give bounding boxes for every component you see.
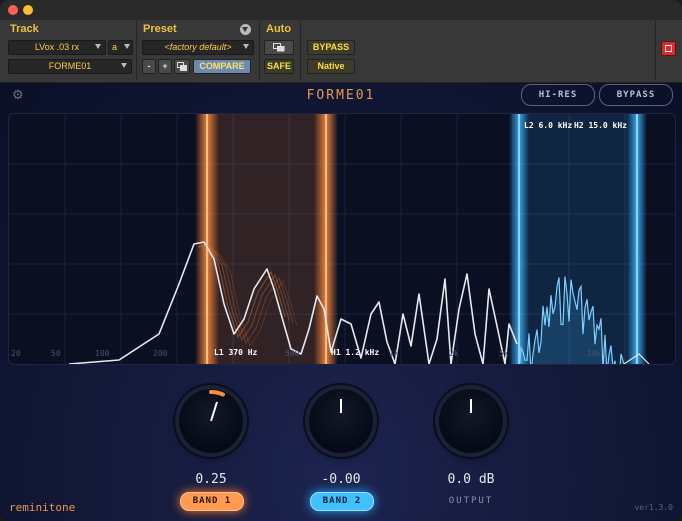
automation-window-button[interactable] [264, 40, 294, 55]
output-value: 0.0 dB [447, 472, 495, 487]
freq-tick-label: 200 [153, 349, 168, 358]
freq-tick-label: 20 [11, 349, 21, 358]
native-button[interactable]: Native [307, 59, 355, 74]
marker-label-h2: H2 15.0 kHz [574, 121, 627, 130]
freq-tick-label: 5k [499, 349, 509, 358]
preset-next-button[interactable]: + [158, 59, 172, 74]
track-name: LVox .03 rx [34, 42, 80, 52]
track-select[interactable]: LVox .03 rx [8, 40, 106, 55]
freq-tick-label: 10k [587, 349, 602, 358]
band2-button[interactable]: BAND 2 [310, 492, 374, 511]
chevron-down-icon [121, 63, 127, 68]
auto-label: Auto [266, 23, 292, 35]
title-bar [0, 0, 682, 20]
hires-button[interactable]: HI-RES [521, 84, 595, 106]
band1-knob[interactable] [179, 389, 243, 453]
marker-label-h1: H1 1.2 kHz [331, 348, 379, 357]
host-header: Track LVox .03 rx a FORME01 Preset <fact… [0, 20, 682, 83]
output-label: OUTPUT [448, 496, 494, 506]
output-knob[interactable] [439, 389, 503, 453]
minimize-window-button[interactable] [23, 5, 33, 15]
plugin-insert-name: FORME01 [48, 61, 92, 71]
freq-tick-label: 100 [95, 349, 110, 358]
plugin-body: ⚙ FORME01 HI-RES BYPASS 20 50 100 200 500 1k 2… [0, 83, 682, 521]
band2-value: -0.00 [321, 472, 361, 487]
close-window-button[interactable] [8, 5, 18, 15]
band2-knob[interactable] [309, 389, 373, 453]
plugin-window: Track LVox .03 rx a FORME01 Preset <fact… [0, 0, 682, 521]
track-label: Track [10, 23, 39, 35]
chevron-down-icon [243, 44, 249, 49]
spectrum-display[interactable]: 20 50 100 200 500 1k 2k 5k 10k L1 370 Hz H1 1.2 kH… [8, 113, 676, 365]
channel-name: a [112, 42, 118, 52]
marker-label-l1: L1 370 Hz [214, 348, 258, 357]
brand-logo: reminitone [9, 501, 76, 514]
freq-tick-label: 1k [389, 349, 399, 358]
band2-knob-indicator [340, 399, 342, 413]
band1-button[interactable]: BAND 1 [180, 492, 244, 511]
chevron-down-icon [95, 44, 101, 49]
divider [259, 20, 260, 80]
marker-label-l2: L2 6.0 kHz [524, 121, 572, 130]
band1-value: 0.25 [195, 472, 227, 487]
divider [300, 20, 301, 80]
preset-select[interactable]: <factory default> [142, 40, 254, 55]
preset-value: <factory default> [164, 42, 232, 52]
plugin-insert-select[interactable]: FORME01 [8, 59, 132, 74]
preset-label: Preset [143, 23, 177, 35]
spectrum-svg[interactable]: 20 50 100 200 500 1k 2k 5k 10k L1 370 Hz H1 1.2 kH… [9, 114, 675, 364]
compare-button[interactable]: COMPARE [193, 59, 251, 74]
host-bypass-button[interactable]: BYPASS [307, 40, 355, 55]
preset-menu-button[interactable] [240, 24, 251, 35]
freq-tick-label: 2k [449, 349, 459, 358]
copy-settings-button[interactable] [174, 59, 190, 74]
chevron-down-icon [242, 27, 248, 32]
output-knob-indicator [470, 399, 472, 413]
plugin-bypass-button[interactable]: BYPASS [599, 84, 673, 106]
band1-knob-indicator [209, 389, 225, 422]
freq-tick-label: 500 [285, 349, 300, 358]
divider [655, 20, 656, 80]
freq-tick-label: 50 [51, 349, 61, 358]
safe-button[interactable]: SAFE [264, 59, 294, 74]
target-icon [665, 45, 672, 52]
divider [136, 20, 137, 80]
automation-icon [273, 43, 285, 52]
chevron-down-icon [124, 44, 130, 49]
version-label: ver1.3.0 [634, 503, 673, 512]
target-button[interactable] [661, 41, 676, 56]
copy-icon [177, 62, 187, 71]
preset-prev-button[interactable]: - [142, 59, 156, 74]
channel-select[interactable]: a [108, 40, 133, 55]
